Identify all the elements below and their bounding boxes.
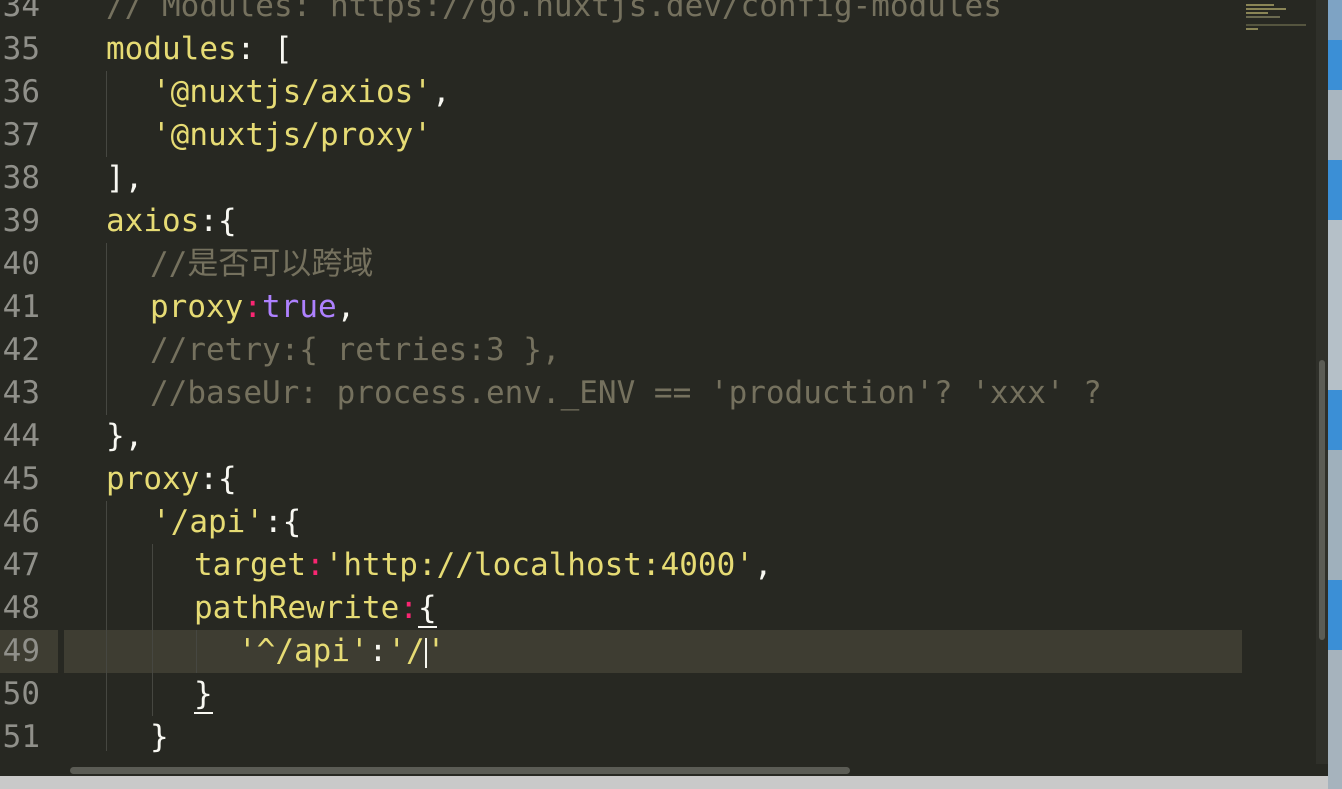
code-punct: : [	[236, 31, 293, 67]
line-number: 44	[2, 418, 40, 454]
desktop-fragment	[1328, 40, 1342, 90]
code-line: proxy:true,	[150, 286, 355, 329]
code-line: modules: [	[106, 28, 293, 71]
minimap-line	[1246, 8, 1286, 10]
horizontal-scrollbar-thumb[interactable]	[70, 767, 850, 774]
code-operator: :	[399, 590, 418, 626]
code-line: },	[106, 418, 144, 454]
status-bar	[0, 776, 1328, 789]
line-number: 45	[2, 461, 40, 497]
code-comment-line: //retry:{ retries:3 },	[150, 332, 561, 368]
line-number: 47	[2, 547, 40, 583]
vertical-scrollbar[interactable]	[1316, 0, 1328, 764]
code-punct: :	[368, 633, 388, 669]
horizontal-scrollbar[interactable]	[0, 764, 1316, 776]
desktop-fragment	[1328, 220, 1342, 390]
code-punct: :{	[199, 461, 237, 497]
code-key: proxy	[106, 461, 200, 497]
line-number: 41	[2, 289, 40, 325]
line-number: 34	[2, 0, 40, 24]
code-operator: :	[305, 547, 325, 583]
line-number: 39	[2, 203, 40, 239]
vertical-scrollbar-thumb[interactable]	[1319, 360, 1325, 640]
desktop-fragment	[1328, 650, 1342, 789]
minimap-line	[1246, 4, 1274, 6]
code-line: }	[150, 719, 169, 755]
code-string: '^/api'	[238, 633, 369, 669]
code-punct: ,	[753, 547, 773, 583]
code-string: '	[426, 633, 446, 669]
line-number: 38	[2, 160, 40, 196]
desktop-fragment	[1328, 580, 1342, 650]
code-line: '@nuxtjs/proxy'	[152, 114, 432, 157]
desktop-background-strip	[1328, 0, 1342, 789]
indent-guide	[106, 501, 107, 751]
indent-guide	[106, 71, 107, 157]
code-line: target:'http://localhost:4000',	[194, 544, 773, 587]
code-string: 'http://localhost:4000'	[324, 547, 754, 583]
code-brace-matched: }	[194, 676, 213, 714]
line-number: 36	[2, 74, 40, 110]
line-number: 37	[2, 117, 40, 153]
code-comment-line: //baseUr: process.env._ENV == 'productio…	[150, 375, 1102, 411]
code-string: '@nuxtjs/axios'	[152, 74, 432, 110]
code-line-active: '^/api':'/'	[238, 630, 445, 673]
minimap-line	[1246, 16, 1280, 18]
line-number: 49	[2, 633, 40, 669]
code-string: '/api'	[152, 504, 264, 540]
code-punct: ,	[336, 289, 356, 325]
code-line: }	[194, 673, 213, 716]
code-string: '/	[387, 633, 425, 669]
desktop-fragment	[1328, 450, 1342, 580]
line-number: 35	[2, 31, 40, 67]
desktop-fragment	[1328, 160, 1342, 220]
desktop-fragment	[1328, 90, 1342, 160]
line-number-gutter: 34 35 36 37 38 39 40 41 42 43 44 45 46 4…	[0, 0, 62, 764]
minimap-line	[1246, 12, 1268, 14]
code-line: ],	[106, 160, 144, 196]
minimap-line	[1246, 24, 1306, 26]
indent-guide	[196, 630, 197, 673]
code-line: '/api':{	[152, 501, 301, 544]
minimap-line	[1246, 28, 1258, 30]
code-key: axios	[106, 203, 200, 239]
code-comment-line: //是否可以跨域	[150, 246, 374, 282]
line-number: 46	[2, 504, 40, 540]
code-line: '@nuxtjs/axios',	[152, 71, 451, 114]
code-punct: :{	[199, 203, 237, 239]
code-editor[interactable]: // Modules: https://go.nuxtjs.dev/config…	[64, 0, 1242, 764]
indent-guide	[152, 544, 153, 716]
line-number: 43	[2, 375, 40, 411]
code-string: '@nuxtjs/proxy'	[152, 117, 432, 153]
code-key: pathRewrite	[194, 590, 400, 626]
line-number: 48	[2, 590, 40, 626]
desktop-fragment	[1328, 390, 1342, 450]
line-number: 42	[2, 332, 40, 368]
code-comment-line: // Modules: https://go.nuxtjs.dev/config…	[106, 0, 1002, 24]
code-operator: :	[243, 289, 262, 325]
indent-guide	[106, 243, 107, 415]
code-brace-matched: {	[417, 590, 437, 628]
desktop-fragment	[1328, 0, 1342, 40]
code-line: proxy:{	[106, 458, 237, 501]
editor-window: 34 35 36 37 38 39 40 41 42 43 44 45 46 4…	[0, 0, 1342, 789]
code-punct: ,	[431, 74, 451, 110]
code-punct: :{	[263, 504, 302, 540]
code-boolean: true	[262, 289, 337, 325]
line-number: 50	[2, 676, 40, 712]
code-line: pathRewrite:{	[194, 587, 437, 630]
code-key: modules	[106, 31, 237, 67]
code-key: target	[194, 547, 306, 583]
line-number: 51	[2, 719, 40, 755]
code-key: proxy	[150, 289, 244, 325]
code-line: axios:{	[106, 200, 237, 243]
line-number: 40	[2, 246, 40, 282]
minimap[interactable]	[1242, 0, 1316, 764]
